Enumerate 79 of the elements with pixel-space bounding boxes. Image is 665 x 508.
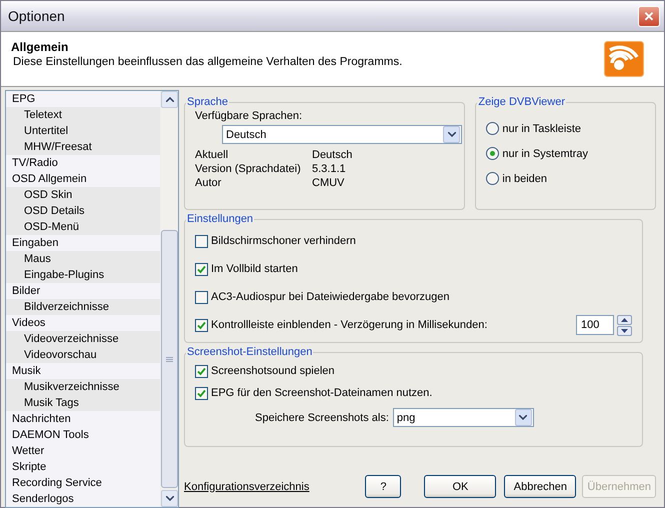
- tree-item[interactable]: Wetter: [6, 443, 160, 459]
- checkbox[interactable]: [195, 234, 208, 248]
- checkbox-label[interactable]: Kontrollleiste einblenden - Verzögerung in Millisekunden:: [211, 319, 488, 331]
- dialog-button[interactable]: OK: [424, 475, 496, 498]
- caret-up-icon: [166, 97, 174, 102]
- dialog-button[interactable]: Abbrechen: [504, 475, 576, 498]
- window-title: Optionen: [8, 8, 65, 24]
- tree-item[interactable]: MHW/Freesat: [6, 139, 160, 155]
- dialog-button[interactable]: ?: [365, 475, 402, 498]
- info-label: Autor: [195, 177, 222, 189]
- tree-item[interactable]: Skripte: [6, 459, 160, 475]
- scrollbar[interactable]: [160, 91, 178, 507]
- field-label: Speichere Screenshots als:: [255, 412, 389, 424]
- page-description: Diese Einstellungen beeinflussen das allgemeine Verhalten des Programms.: [12, 56, 402, 68]
- tree-item[interactable]: Eingaben: [6, 235, 160, 251]
- checkbox[interactable]: [195, 364, 208, 378]
- page-title: Allgemein: [11, 40, 70, 54]
- tree-item[interactable]: Untertitel: [6, 123, 160, 139]
- spin-up-button[interactable]: [617, 314, 632, 324]
- info-value: 5.3.1.1: [312, 163, 347, 175]
- checkbox-label[interactable]: Bildschirmschoner verhindern: [211, 235, 356, 247]
- tree-item[interactable]: TV/Radio: [6, 155, 160, 171]
- radio-button[interactable]: [486, 122, 500, 135]
- tree-item[interactable]: Teletext: [6, 107, 160, 123]
- checkbox[interactable]: [195, 318, 208, 332]
- info-label: Aktuell: [195, 149, 230, 161]
- field-label: Verfügbare Sprachen:: [195, 110, 304, 122]
- radio-label[interactable]: in beiden: [502, 172, 548, 184]
- tree-item[interactable]: Nachrichten: [6, 411, 160, 427]
- checkbox[interactable]: [195, 386, 208, 400]
- config-folder-link[interactable]: Konfigurationsverzeichnis: [184, 480, 310, 492]
- checkbox[interactable]: [195, 262, 208, 276]
- scroll-up-button[interactable]: [161, 91, 178, 108]
- group-title: Einstellungen: [186, 213, 254, 225]
- number-field[interactable]: 100: [576, 315, 614, 335]
- tree-item[interactable]: Senderlogos: [6, 491, 160, 507]
- tree-item[interactable]: Bildverzeichnisse: [6, 299, 160, 315]
- group-title: Zeige DVBViewer: [477, 96, 566, 108]
- tree-item[interactable]: Maus: [6, 251, 160, 267]
- caret-down-icon: [166, 496, 174, 501]
- tree-item[interactable]: EPG: [6, 91, 160, 107]
- radio-label[interactable]: nur in Systemtray: [502, 148, 588, 160]
- checkbox-label[interactable]: AC3-Audiospur bei Dateiwiedergabe bevorzugen: [211, 291, 450, 303]
- tree-item[interactable]: OSD Skin: [6, 187, 160, 203]
- language-dropdown[interactable]: Deutsch: [222, 125, 462, 144]
- format-dropdown[interactable]: png: [392, 408, 534, 427]
- tree-item[interactable]: Musik Tags: [6, 395, 160, 411]
- group-title: Screenshot-Einstellungen: [186, 346, 314, 358]
- radio-button[interactable]: [486, 172, 500, 185]
- checkbox-label[interactable]: Im Vollbild starten: [211, 263, 298, 275]
- tree-item[interactable]: OSD-Menü: [6, 219, 160, 235]
- tree-item[interactable]: Videos: [6, 315, 160, 331]
- triangle-down-icon: [621, 328, 628, 332]
- tree-item[interactable]: Musik: [6, 363, 160, 379]
- spin-down-button[interactable]: [617, 326, 632, 336]
- info-label: Version (Sprachdatei): [195, 163, 302, 175]
- triangle-up-icon: [621, 318, 628, 322]
- tree-item[interactable]: Videoverzeichnisse: [6, 331, 160, 347]
- info-value: Deutsch: [312, 149, 354, 161]
- tree-item[interactable]: Bilder: [6, 283, 160, 299]
- tree-item[interactable]: DAEMON Tools: [6, 427, 160, 443]
- tree-item[interactable]: Recording Service: [6, 475, 160, 491]
- scroll-down-button[interactable]: [161, 490, 178, 507]
- tree-item[interactable]: Musikverzeichnisse: [6, 379, 160, 395]
- group-title: Sprache: [186, 96, 229, 108]
- broadcast-icon: [604, 41, 644, 77]
- checkbox[interactable]: [195, 290, 208, 304]
- radio-button[interactable]: [486, 147, 500, 160]
- scroll-thumb[interactable]: [161, 230, 178, 488]
- info-value: CMUV: [312, 177, 346, 189]
- tree-item[interactable]: OSD Allgemein: [6, 171, 160, 187]
- checkbox-label[interactable]: EPG für den Screenshot-Dateinamen nutzen.: [211, 387, 432, 399]
- tree-item[interactable]: Videovorschau: [6, 347, 160, 363]
- caret-down-icon: [448, 132, 456, 137]
- caret-down-icon: [519, 415, 528, 420]
- tree-item[interactable]: OSD Details: [6, 203, 160, 219]
- checkbox-label[interactable]: Screenshotsound spielen: [211, 365, 335, 377]
- radio-label[interactable]: nur in Taskleiste: [502, 122, 582, 134]
- tree-item[interactable]: Eingabe-Plugins: [6, 267, 160, 283]
